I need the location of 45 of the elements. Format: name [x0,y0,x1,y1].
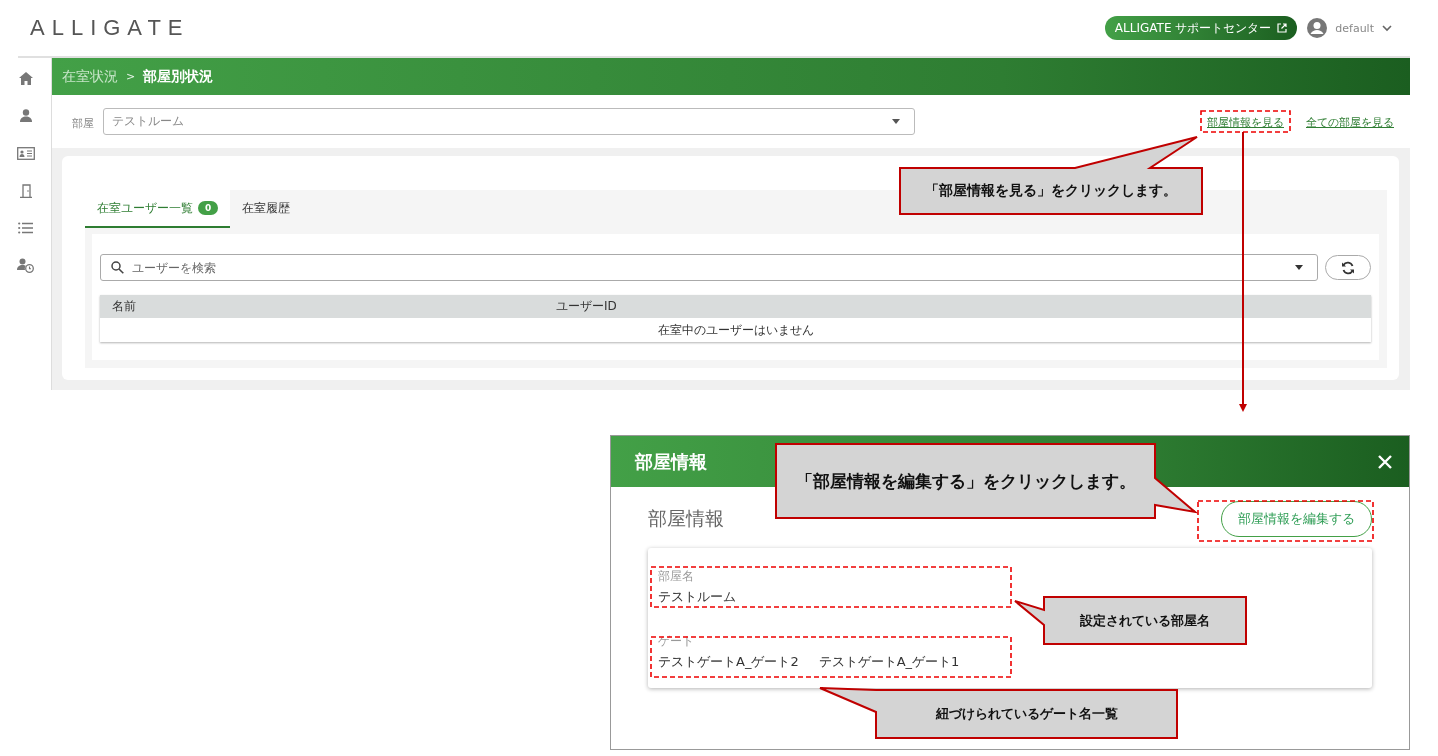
callout-text: 紐づけられているゲート名一覧 [935,705,1118,723]
dropdown-caret-icon[interactable] [892,119,900,124]
column-header: ユーザーID [556,298,618,315]
user-name[interactable]: default [1335,21,1374,35]
callout-text: 「部屋情報を見る」をクリックします。 [925,182,1177,200]
search-icon [111,261,124,274]
column-header: 名前 [112,298,137,315]
link[interactable]: 全ての部屋を見る [1306,115,1394,130]
dialog-title: 部屋情報 [635,449,707,474]
user-avatar-icon[interactable] [1307,18,1328,38]
home-icon[interactable] [18,72,33,85]
door-icon[interactable] [18,184,33,198]
refresh-icon [1341,260,1355,275]
link[interactable]: 部屋情報を見る [1207,115,1284,130]
callout-text: 設定されている部屋名 [1080,611,1210,630]
list-icon[interactable] [18,222,33,234]
external-link-icon [1277,23,1288,33]
person-clock-icon[interactable] [17,258,34,273]
field-value: テストゲートA_ゲート1 [818,653,960,671]
callout-text: 「部屋情報を編集する」をクリックします。 [795,469,1136,493]
breadcrumb-item: 部屋別状況 [143,67,214,86]
chevron-down-icon[interactable] [1382,24,1392,32]
breadcrumb-separator: > [126,70,136,83]
search-field[interactable]: ユーザーを検索 [100,254,1318,281]
empty-message: 在室中のユーザーはいません [657,321,814,339]
room-label: 部屋 [72,116,95,131]
tab[interactable]: 在室履歴 [230,190,303,228]
close-icon[interactable] [1378,454,1392,469]
field-label: 部屋名 [658,568,695,585]
section-title: 部屋情報 [648,506,724,531]
tab[interactable]: 在室ユーザー一覧 0 [85,190,231,228]
field-label: ゲート [658,633,695,650]
refresh-button[interactable] [1325,255,1371,280]
logo: ALLIGATE [30,15,190,41]
edit-room-button[interactable]: 部屋情報を編集する [1221,501,1372,537]
support-center-button[interactable]: ALLIGATE サポートセンター [1104,16,1298,40]
room-select[interactable]: テストルーム [103,108,915,135]
dropdown-caret-icon[interactable] [1295,265,1303,270]
field-value: テストルーム [658,588,736,606]
count-badge: 0 [198,201,219,215]
id-card-icon[interactable] [16,146,35,160]
breadcrumb-item[interactable]: 在室状況 [62,67,118,86]
person-icon[interactable] [19,109,32,122]
field-value: テストゲートA_ゲート2 [658,653,799,671]
search-input[interactable]: ユーザーを検索 [130,259,1289,276]
